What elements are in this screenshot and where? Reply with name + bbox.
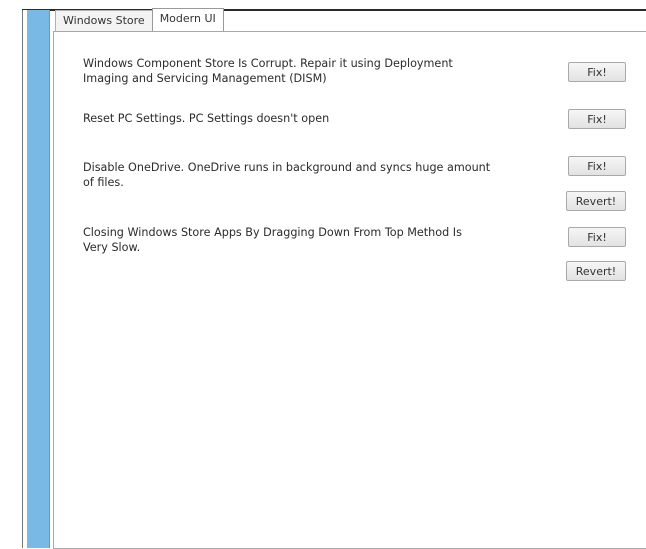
item-text-closing-store-apps: Closing Windows Store Apps By Dragging D…	[83, 226, 462, 254]
sidebar-accent-bar	[27, 10, 50, 548]
tab-strip: Windows Store Modern UI	[55, 8, 224, 31]
revert-button-closing-store-apps[interactable]: Revert!	[566, 261, 626, 281]
fix-button-disable-onedrive[interactable]: Fix!	[568, 156, 626, 176]
item-text-disable-onedrive: Disable OneDrive. OneDrive runs in backg…	[83, 161, 491, 189]
fix-button-closing-store-apps[interactable]: Fix!	[568, 227, 626, 247]
revert-button-disable-onedrive[interactable]: Revert!	[566, 191, 626, 211]
tab-windows-store[interactable]: Windows Store	[55, 10, 153, 31]
tab-modern-ui[interactable]: Modern UI	[151, 8, 224, 31]
tab-panel	[53, 31, 646, 549]
fix-button-component-store[interactable]: Fix!	[568, 62, 626, 82]
window-frame: Windows Store Modern UI Windows Componen…	[0, 0, 646, 549]
item-text-reset-pc-settings: Reset PC Settings. PC Settings doesn't o…	[83, 112, 330, 125]
item-text-component-store: Windows Component Store Is Corrupt. Repa…	[83, 57, 453, 85]
fix-button-reset-pc-settings[interactable]: Fix!	[568, 109, 626, 129]
